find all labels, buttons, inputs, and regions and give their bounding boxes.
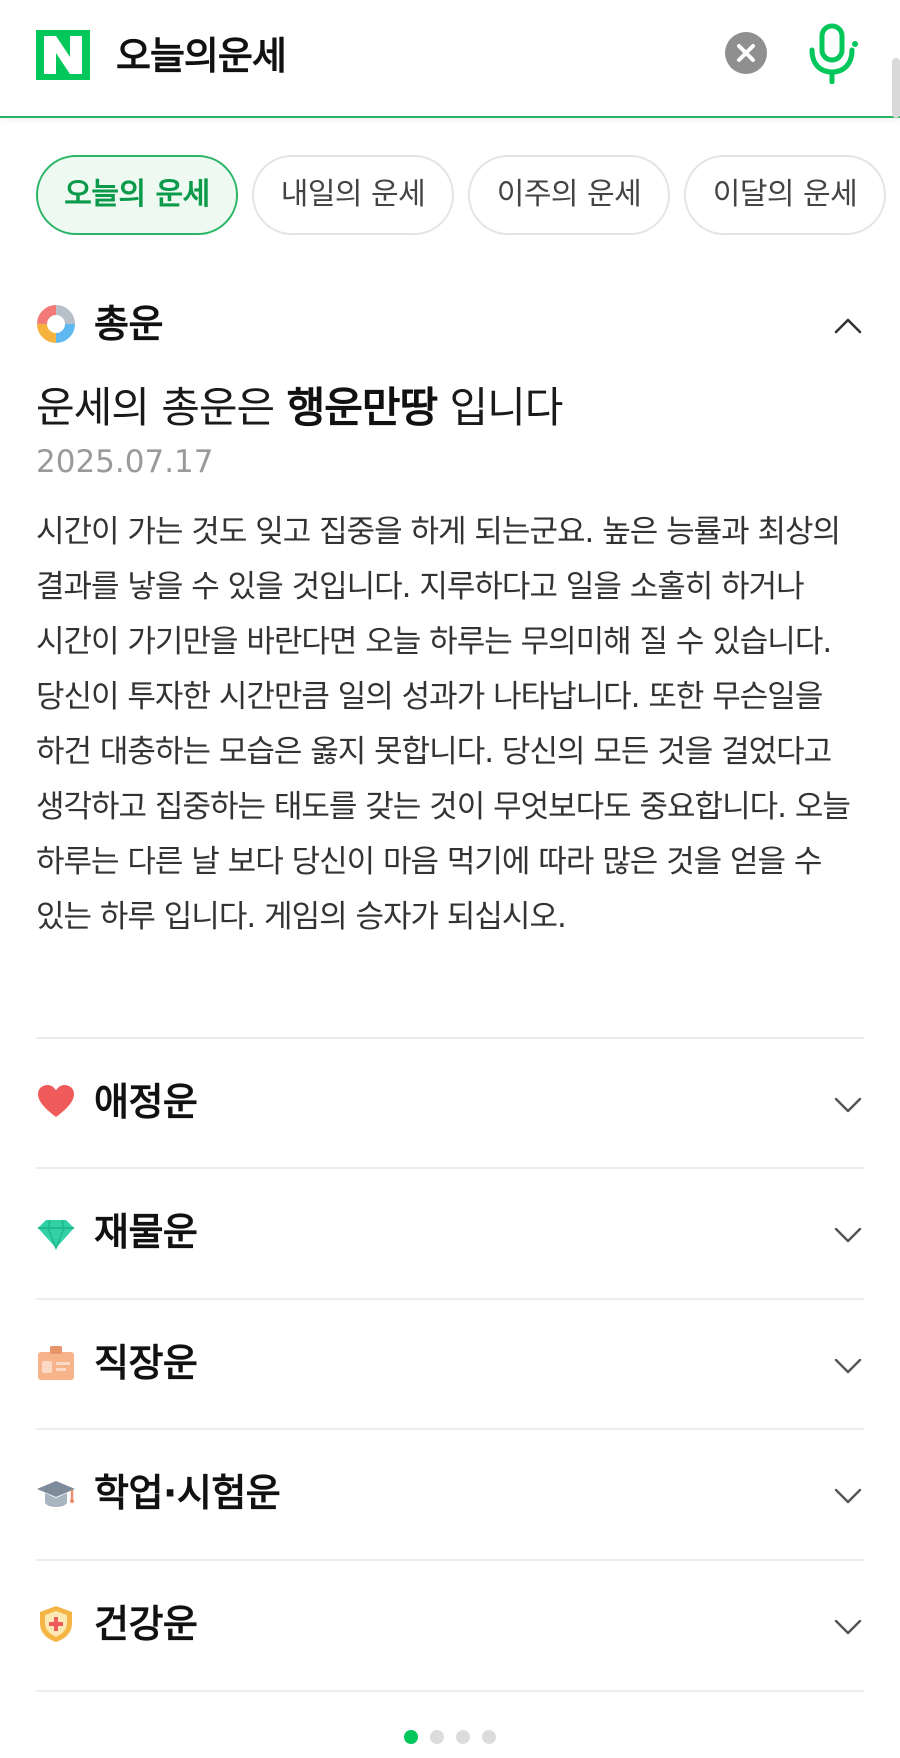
diamond-icon — [36, 1212, 76, 1252]
chevron-up-icon[interactable] — [832, 310, 864, 342]
donut-chart-icon — [36, 304, 76, 344]
overall-headline: 운세의 총운은 행운만땅 입니다 — [36, 378, 563, 438]
page: 오늘의운세 오늘의 운세 내일의 운세 이주의 운세 이달의 운세 총운 운세의… — [0, 0, 900, 1758]
graduation-cap-icon — [36, 1473, 76, 1513]
headline-fortune-keyword: 행운만땅 — [286, 383, 439, 432]
chevron-down-icon[interactable] — [832, 1218, 864, 1250]
pager-dot[interactable] — [456, 1729, 470, 1744]
headline-prefix: 운세의 총운은 — [36, 383, 275, 432]
health-fortune-header[interactable]: 건강운 — [36, 1596, 864, 1656]
microphone-icon — [809, 23, 858, 84]
section-title: 학업·시험운 — [94, 1471, 281, 1515]
divider — [36, 1167, 864, 1169]
divider — [36, 1037, 864, 1039]
close-icon — [737, 44, 755, 62]
divider — [36, 1428, 864, 1430]
chevron-down-icon[interactable] — [832, 1349, 864, 1381]
search-query-text[interactable]: 오늘의운세 — [116, 30, 287, 82]
scrollbar[interactable] — [892, 58, 900, 118]
id-badge-icon — [36, 1343, 76, 1383]
section-title: 건강운 — [94, 1602, 198, 1646]
chevron-down-icon[interactable] — [832, 1610, 864, 1642]
section-title: 재물운 — [94, 1210, 198, 1254]
section-title: 총운 — [94, 302, 163, 346]
tab-tomorrow[interactable]: 내일의 운세 — [252, 155, 454, 235]
fortune-date: 2025.07.17 — [36, 444, 214, 480]
overall-fortune-header[interactable]: 총운 — [36, 296, 864, 356]
pager-dots — [0, 1726, 900, 1744]
pager-dot[interactable] — [404, 1729, 418, 1744]
divider — [36, 1690, 864, 1692]
health-shield-icon — [36, 1604, 76, 1644]
chevron-down-icon[interactable] — [832, 1479, 864, 1511]
pager-dot[interactable] — [482, 1729, 496, 1744]
headline-suffix: 입니다 — [449, 383, 563, 432]
tab-this-week[interactable]: 이주의 운세 — [468, 155, 670, 235]
voice-search-button[interactable] — [806, 22, 858, 84]
search-header: 오늘의운세 — [0, 0, 900, 118]
section-title: 직장운 — [94, 1341, 198, 1385]
career-fortune-header[interactable]: 직장운 — [36, 1335, 864, 1395]
section-title: 애정운 — [94, 1080, 198, 1124]
chevron-down-icon[interactable] — [832, 1088, 864, 1120]
pager-dot[interactable] — [430, 1729, 444, 1744]
naver-logo-icon[interactable] — [36, 30, 90, 80]
overall-fortune-text: 시간이 가는 것도 잊고 집중을 하게 되는군요. 높은 능률과 최상의 결과를… — [36, 514, 851, 935]
heart-icon — [36, 1082, 76, 1122]
clear-search-button[interactable] — [725, 32, 767, 74]
divider — [36, 1559, 864, 1561]
divider — [36, 1298, 864, 1300]
tab-today[interactable]: 오늘의 운세 — [36, 155, 238, 235]
love-fortune-header[interactable]: 애정운 — [36, 1074, 864, 1134]
study-fortune-header[interactable]: 학업·시험운 — [36, 1465, 864, 1525]
tab-this-month[interactable]: 이달의 운세 — [684, 155, 886, 235]
fortune-period-tabs: 오늘의 운세 내일의 운세 이주의 운세 이달의 운세 — [36, 155, 900, 237]
wealth-fortune-header[interactable]: 재물운 — [36, 1204, 864, 1264]
